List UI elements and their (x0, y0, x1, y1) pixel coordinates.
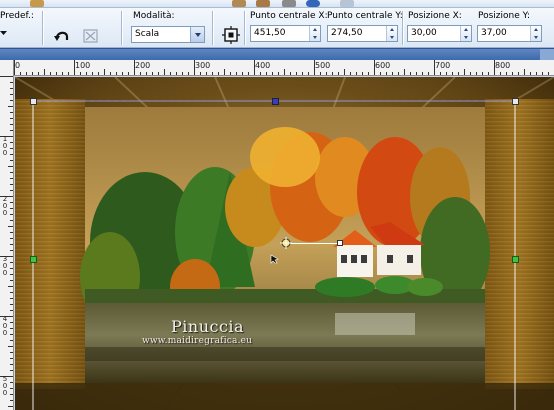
preset-dropdown-arrow[interactable] (0, 29, 8, 37)
ruler-tick-label: 500 (315, 61, 331, 70)
transform-handle-top-left[interactable] (30, 98, 37, 105)
ruler-tick-label: 2 0 0 (2, 195, 8, 217)
rotation-arm (287, 243, 339, 244)
watermark-name: Pinuccia (171, 317, 245, 336)
watermark-url: www.maidiregrafica.eu (142, 336, 253, 346)
position-y-input[interactable]: 37,00 (477, 25, 542, 42)
toolbar-icon[interactable] (282, 0, 296, 7)
center-x-stepper[interactable] (309, 26, 320, 41)
position-x-label: Posizione X: (408, 11, 462, 21)
ruler-tick-label: 3 0 0 (2, 255, 8, 277)
transform-handle-top-right[interactable] (512, 98, 519, 105)
toolbar-icon[interactable] (340, 0, 354, 7)
center-x-label: Punto centrale X: (250, 11, 328, 21)
transform-handle-top-center[interactable] (272, 98, 279, 105)
vertical-ruler-ticks (0, 76, 13, 407)
ruler-tick-label: 5 0 0 (2, 375, 8, 397)
mode-label: Modalità: (133, 11, 175, 21)
rotation-handle[interactable] (337, 240, 343, 246)
center-y-value: 274,50 (331, 28, 363, 38)
center-y-stepper[interactable] (386, 26, 397, 41)
help-icon[interactable] (306, 0, 320, 7)
position-y-stepper[interactable] (530, 26, 541, 41)
toolbar-icon[interactable] (232, 0, 246, 7)
position-x-value: 30,00 (411, 28, 437, 38)
toolbar-icon[interactable] (256, 0, 270, 7)
position-y-label: Posizione Y: (478, 11, 530, 21)
horizontal-ruler-ticks (14, 60, 549, 75)
chevron-down-icon[interactable] (190, 27, 204, 42)
position-x-stepper[interactable] (460, 26, 471, 41)
ruler-tick-label: 800 (495, 61, 511, 70)
ruler-tick-label: 100 (75, 61, 91, 70)
ruler-tick-label: 600 (375, 61, 391, 70)
position-y-value: 37,00 (481, 28, 507, 38)
clear-icon[interactable] (80, 25, 100, 45)
center-y-label: Punto centrale Y: (327, 11, 403, 21)
main-toolbar-strip (0, 0, 554, 8)
mode-select-value: Scala (135, 29, 160, 39)
ruler-tick-label: 1 0 0 (2, 135, 8, 157)
position-x-input[interactable]: 30,00 (407, 25, 472, 42)
ruler-tick-label: 0 (15, 61, 21, 70)
center-x-input[interactable]: 451,50 (250, 25, 321, 42)
mode-select[interactable]: Scala (131, 26, 205, 43)
vertical-ruler[interactable]: 1 0 0 2 0 0 3 0 0 4 0 0 5 0 0 (0, 60, 14, 410)
ruler-tick-label: 200 (135, 61, 151, 70)
reset-arrow-icon (54, 31, 69, 41)
ruler-tick-label: 400 (255, 61, 271, 70)
ruler-tick-label: 300 (195, 61, 211, 70)
tool-options-bar: Predef.: Modalità: Scala Punto centrale … (0, 8, 554, 48)
center-object-icon[interactable] (220, 24, 240, 44)
center-y-input[interactable]: 274,50 (327, 25, 398, 42)
center-point-icon[interactable] (280, 237, 292, 249)
document-window-frame (0, 48, 554, 61)
mouse-cursor-icon (270, 254, 280, 264)
ruler-tick-label: 4 0 0 (2, 315, 8, 337)
horizontal-ruler[interactable]: 0 100 200 300 400 500 600 700 800 (14, 60, 554, 76)
toolbar-icon[interactable] (30, 0, 44, 7)
center-x-value: 451,50 (254, 28, 286, 38)
transform-handle-right-middle[interactable] (512, 256, 519, 263)
reset-icon[interactable] (51, 25, 71, 45)
image-canvas[interactable]: Pinuccia www.maidiregrafica.eu (15, 77, 554, 410)
ruler-tick-label: 700 (435, 61, 451, 70)
preset-label: Predef.: (0, 11, 34, 21)
transform-handle-left-middle[interactable] (30, 256, 37, 263)
